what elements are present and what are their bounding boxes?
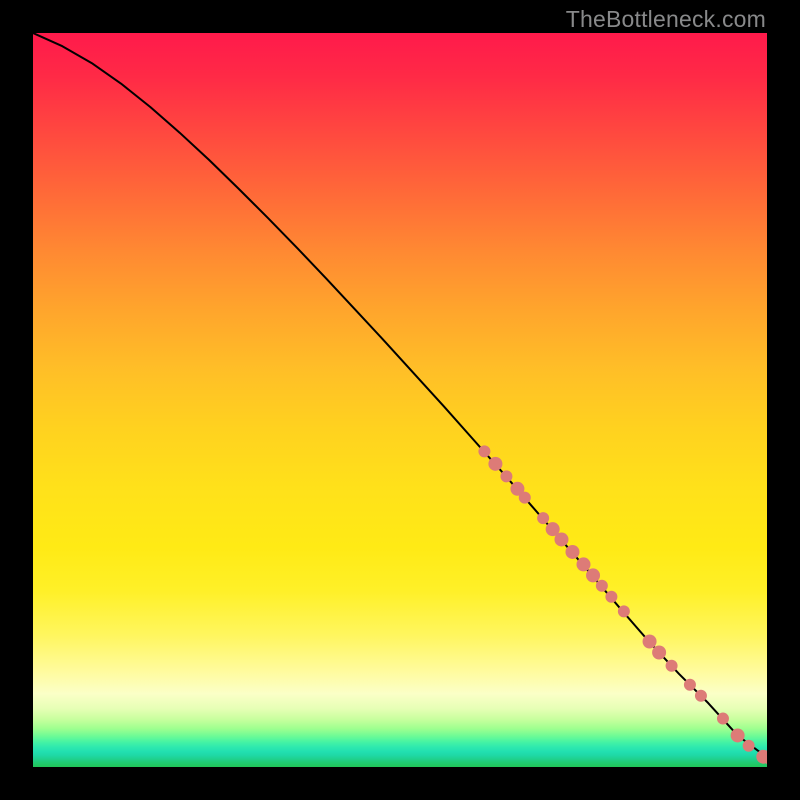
scatter-point — [596, 580, 608, 592]
scatter-point — [666, 660, 678, 672]
scatter-point — [717, 713, 729, 725]
scatter-point — [488, 457, 502, 471]
scatter-point — [731, 728, 745, 742]
scatter-point — [684, 679, 696, 691]
scatter-point — [478, 445, 490, 457]
scatter-point — [743, 740, 755, 752]
plot-area — [33, 33, 767, 767]
scatter-point — [695, 690, 707, 702]
curve-layer — [33, 33, 767, 767]
scatter-point — [500, 470, 512, 482]
scatter-point — [586, 568, 600, 582]
scatter-points — [478, 445, 767, 766]
scatter-point — [605, 591, 617, 603]
scatter-point — [652, 646, 666, 660]
scatter-point — [537, 512, 549, 524]
scatter-point — [577, 557, 591, 571]
scatter-point — [554, 532, 568, 546]
scatter-point — [643, 634, 657, 648]
chart-stage: TheBottleneck.com — [0, 0, 800, 800]
scatter-point — [565, 545, 579, 559]
scatter-point — [618, 605, 630, 617]
scatter-point — [519, 492, 531, 504]
watermark-label: TheBottleneck.com — [566, 6, 766, 33]
